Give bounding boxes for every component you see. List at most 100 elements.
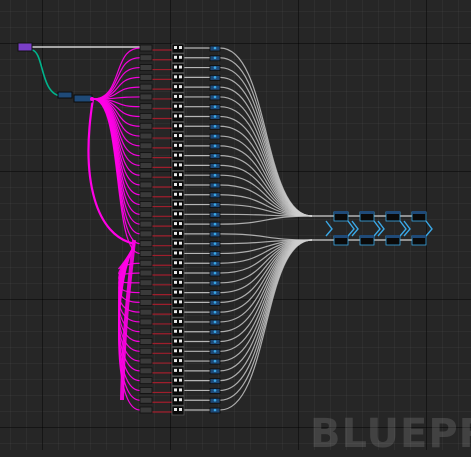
array-get-node-icon[interactable] [139,93,153,101]
set-node-icon[interactable] [171,239,185,250]
set-node-icon[interactable] [171,229,185,240]
set-node-icon[interactable] [171,278,185,289]
array-get-node-icon[interactable] [139,318,153,326]
exec-pin [174,55,177,59]
array-get-node-icon[interactable] [139,289,153,296]
set-node-icon[interactable] [171,43,185,54]
array-get-node-icon[interactable] [139,328,153,336]
array-get-node-icon[interactable] [139,338,153,345]
exec-wire [219,239,313,372]
exec-pin [174,388,177,392]
set-node-icon[interactable] [171,249,185,259]
exec-pin [179,134,182,138]
set-node-icon[interactable] [171,180,185,191]
array-get-node-icon[interactable] [139,357,153,365]
set-node-icon[interactable] [171,307,185,318]
exec-pin [179,319,182,323]
set-node-icon[interactable] [171,209,185,220]
set-node-icon[interactable] [171,386,185,396]
exec-pin [179,163,182,167]
set-node-icon[interactable] [171,346,185,357]
array-get-node-icon[interactable] [139,64,153,71]
array-get-node-icon[interactable] [139,132,153,140]
exec-pin [174,134,177,138]
array-get-node-icon[interactable] [139,210,153,218]
data-pin [213,85,217,89]
event-node[interactable] [17,42,33,52]
array-get-node-icon[interactable] [139,269,153,277]
array-get-node-icon[interactable] [139,44,153,52]
exec-pin [179,290,182,294]
set-node-icon[interactable] [171,82,185,93]
set-node-icon[interactable] [171,376,185,387]
set-node-icon[interactable] [171,200,185,210]
array-get-node-icon[interactable] [139,367,153,375]
node-graph[interactable] [0,0,471,450]
array-get-node-icon[interactable] [139,201,153,208]
array-get-node-icon[interactable] [139,230,153,238]
array-get-node-icon[interactable] [139,347,153,355]
set-node-icon[interactable] [171,258,185,269]
array-get-node-icon[interactable] [139,113,153,120]
set-node-icon[interactable] [171,92,185,103]
array-get-node-icon[interactable] [139,83,153,91]
set-node-icon[interactable] [171,219,185,230]
array-get-node-icon[interactable] [139,406,153,414]
node-header [360,235,374,238]
array-get-node-icon[interactable] [139,171,153,179]
array-get-node-icon[interactable] [139,54,153,62]
set-node-icon[interactable] [171,356,185,367]
array-get-node-icon[interactable] [139,181,153,189]
set-node-icon[interactable] [171,131,185,142]
array-get-node[interactable] [73,94,93,103]
set-node-icon[interactable] [171,337,185,347]
exec-pin [174,153,177,157]
set-node-icon[interactable] [171,121,185,132]
array-get-node-icon[interactable] [139,308,153,316]
data-pin [213,203,217,206]
array-get-node-icon[interactable] [139,387,153,394]
set-node-icon[interactable] [171,161,185,171]
set-node-icon[interactable] [171,72,185,83]
exec-wire [219,215,313,225]
set-node-icon[interactable] [171,405,185,416]
exec-pin [174,408,177,411]
array-get-node-icon[interactable] [139,279,153,287]
set-node-icon[interactable] [171,53,185,64]
exec-wire [219,233,313,241]
array-get-node-icon[interactable] [139,122,153,130]
set-node-icon[interactable] [171,366,185,377]
array-get-node-icon[interactable] [139,396,153,404]
array-get-node-icon[interactable] [139,377,153,385]
exec-pin [179,85,182,89]
array-get-node-icon[interactable] [139,103,153,111]
array-get-node-icon[interactable] [139,259,153,267]
array-get-node-icon[interactable] [139,240,153,248]
array-get-node-icon[interactable] [139,152,153,160]
array-get-node-icon[interactable] [139,298,153,306]
set-node-icon[interactable] [171,395,185,406]
set-node-icon[interactable] [171,297,185,308]
array-get-node-icon[interactable] [139,250,153,257]
set-node-icon[interactable] [171,268,185,279]
set-node-icon[interactable] [171,112,185,122]
array-get-node-icon[interactable] [139,142,153,150]
data-pin [213,359,217,363]
set-node-icon[interactable] [171,317,185,328]
set-node-icon[interactable] [171,170,185,181]
set-node-icon[interactable] [171,190,185,201]
array-get-node-icon[interactable] [139,162,153,169]
exec-wire [219,164,313,217]
array-get-node-icon[interactable] [139,191,153,199]
set-node-icon[interactable] [171,151,185,162]
array-get-node-icon[interactable] [139,73,153,81]
set-node-icon[interactable] [171,102,185,113]
variable-node[interactable] [57,91,73,99]
array-get-node-icon[interactable] [139,220,153,228]
set-node-icon[interactable] [171,327,185,338]
exec-pin [174,290,177,294]
set-node-icon[interactable] [171,141,185,152]
data-pin [213,164,217,167]
set-node-icon[interactable] [171,288,185,298]
set-node-icon[interactable] [171,63,185,73]
